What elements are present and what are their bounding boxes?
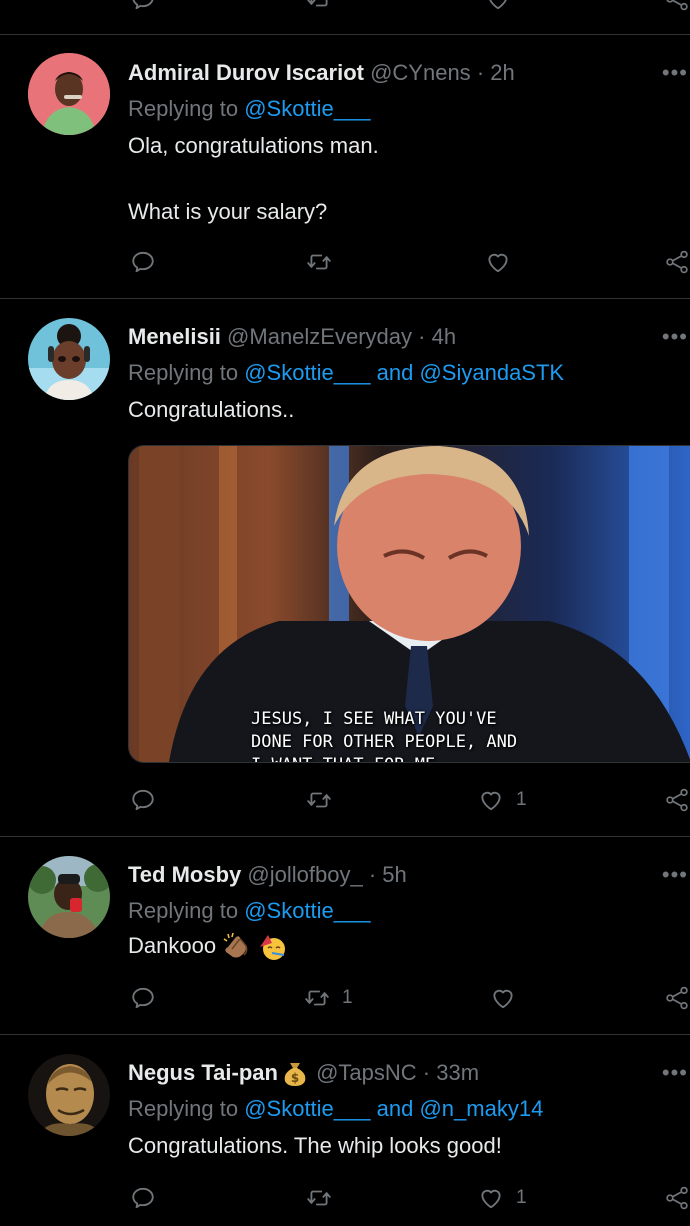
party-face-emoji [260,935,286,961]
share-icon [664,787,690,813]
user-handle[interactable]: @ManelzEveryday [227,324,412,349]
tweet-text-line: What is your salary? [128,199,328,224]
replying-to-label: Replying to [128,96,239,121]
retweet-button[interactable] [306,1183,332,1213]
like-icon[interactable] [485,0,511,14]
replying-to-label: Replying to [128,898,239,923]
like-icon [478,787,504,813]
more-icon[interactable]: ••• [662,324,688,350]
timestamp[interactable]: 2h [490,60,514,85]
mention-link[interactable]: @Skottie___ [244,898,370,923]
reply-icon[interactable] [130,0,156,14]
reply-icon [130,1185,156,1211]
mention-link[interactable]: @Skottie___ [244,1096,370,1121]
retweet-button[interactable]: 1 [304,983,353,1013]
like-button[interactable] [485,247,511,277]
reply-icon [130,787,156,813]
retweet-icon [306,249,332,275]
tweet-ted-mosby[interactable]: Ted Mosby @jollofboy_ · 5h ••• Replying … [0,837,690,1035]
avatar[interactable] [28,856,110,938]
user-handle[interactable]: @TapsNC [316,1060,417,1085]
mention-conjunction: and [376,360,414,385]
share-button[interactable] [664,247,690,277]
separator-dot: · [418,324,426,349]
like-icon [478,1185,504,1211]
more-icon[interactable]: ••• [662,60,688,86]
avatar[interactable] [28,1054,110,1136]
reply-button[interactable] [130,983,156,1013]
avatar[interactable] [28,53,110,135]
retweet-button[interactable] [306,785,332,815]
mention-conjunction: and [376,1096,414,1121]
timestamp[interactable]: 4h [432,324,456,349]
timestamp[interactable]: 33m [436,1060,479,1085]
image-caption: JESUS, I SEE WHAT YOU'VE DONE FOR OTHER … [251,709,518,762]
retweet-icon [306,787,332,813]
clapping-hands-emoji [223,933,248,958]
like-count: 1 [516,1187,527,1208]
tweet-text-line: Dankooo [128,933,217,958]
replying-to-label: Replying to [128,1096,239,1121]
reply-icon [130,985,156,1011]
share-icon [664,249,690,275]
like-button[interactable] [490,983,516,1013]
like-button[interactable]: 1 [478,1183,527,1213]
tweet-text: Dankooo [128,933,288,961]
retweet-count: 1 [342,987,353,1008]
user-handle[interactable]: @CYnens [370,60,471,85]
share-button[interactable] [664,983,690,1013]
replying-to: Replying to @Skottie___ and @n_maky14 [128,1096,543,1122]
previous-tweet-actions [0,0,690,35]
tweet-text-line: Congratulations. The whip looks good! [128,1133,502,1158]
mention-link[interactable]: @n_maky14 [419,1096,543,1121]
retweet-icon[interactable] [306,0,332,14]
more-icon[interactable]: ••• [662,1060,688,1086]
separator-dot: · [368,862,377,887]
replying-to: Replying to @Skottie___ [128,898,371,924]
share-button[interactable] [664,1183,690,1213]
tweet-negus-tai-pan[interactable]: Negus Tai-pan $ @TapsNC · 33m ••• Replyi… [0,1035,690,1226]
separator-dot: · [476,60,485,85]
more-icon[interactable]: ••• [662,862,688,888]
display-name[interactable]: Negus Tai-pan [128,1060,278,1085]
display-name[interactable]: Ted Mosby [128,862,241,887]
retweet-icon [306,1185,332,1211]
avatar[interactable] [28,318,110,400]
share-icon[interactable] [664,0,690,14]
replying-to: Replying to @Skottie___ [128,96,371,122]
svg-text:$: $ [291,1071,299,1085]
tweet-media-image[interactable]: JESUS, I SEE WHAT YOU'VE DONE FOR OTHER … [128,445,690,763]
share-button[interactable] [664,785,690,815]
user-handle[interactable]: @jollofboy_ [247,862,362,887]
like-count: 1 [516,789,527,810]
retweet-icon [304,985,330,1011]
like-icon [485,249,511,275]
tweet-text-line: Congratulations.. [128,397,295,422]
reply-button[interactable] [130,785,156,815]
mention-link[interactable]: @Skottie___ [244,96,370,121]
replying-to-label: Replying to [128,360,239,385]
timestamp[interactable]: 5h [382,862,406,887]
mention-link[interactable]: @Skottie___ [244,360,370,385]
replying-to: Replying to @Skottie___ and @SiyandaSTK [128,360,564,386]
retweet-button[interactable] [306,247,332,277]
tweet-menelisii[interactable]: Menelisii @ManelzEveryday · 4h ••• Reply… [0,299,690,837]
share-icon [664,985,690,1011]
mention-link[interactable]: @SiyandaSTK [419,360,564,385]
separator-dot: · [422,1060,431,1085]
display-name[interactable]: Menelisii [128,324,221,349]
tweet-admiral-durov[interactable]: Admiral Durov Iscariot @CYnens · 2h ••• … [0,35,690,299]
reply-button[interactable] [130,247,156,277]
reply-button[interactable] [130,1183,156,1213]
tweet-text-line: Ola, congratulations man. [128,133,379,158]
like-button[interactable]: 1 [478,785,527,815]
share-icon [664,1185,690,1211]
money-bag-emoji: $ [284,1063,306,1087]
reply-icon [130,249,156,275]
display-name[interactable]: Admiral Durov Iscariot [128,60,364,85]
like-icon [490,985,516,1011]
